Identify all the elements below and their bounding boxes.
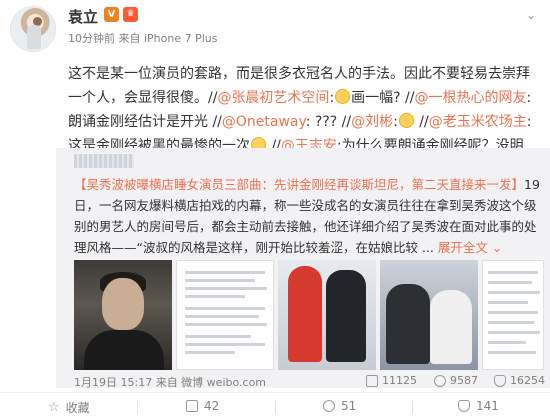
- photo-thumbnail[interactable]: [278, 260, 376, 370]
- forward-count: 42: [204, 399, 220, 413]
- text-line: [488, 331, 540, 334]
- like-button[interactable]: 141: [458, 399, 499, 413]
- text-line: [185, 343, 265, 346]
- divider: [275, 400, 276, 414]
- mention-link[interactable]: @老玉米农场主: [429, 114, 527, 130]
- comment-count: 9587: [450, 374, 478, 387]
- text-line: [185, 279, 255, 282]
- text-line: [488, 321, 534, 324]
- text-segment: :: [329, 90, 335, 106]
- text-segment: : ??? //: [305, 114, 352, 130]
- repost-text: 【吴秀波被曝横店睡女演员三部曲：先讲金刚经再谈斯坦尼，第二天直接来一发】19日，…: [74, 174, 544, 258]
- text-line: [185, 315, 259, 318]
- photo-detail: [386, 284, 430, 364]
- photo-detail: [326, 270, 366, 362]
- favorite-button[interactable]: ☆ 收藏: [48, 399, 90, 416]
- avatar[interactable]: [10, 6, 56, 52]
- text-line: [185, 271, 265, 274]
- blurred-username: [74, 154, 134, 168]
- divider: [137, 400, 138, 414]
- text-segment: //: [414, 114, 429, 130]
- favorite-label: 收藏: [65, 401, 90, 415]
- repost-comment-count[interactable]: 9587: [434, 374, 478, 387]
- like-icon: [458, 400, 470, 412]
- text-line: [488, 311, 538, 314]
- text-line: [185, 287, 267, 290]
- repost-headline[interactable]: 【吴秀波被曝横店睡女演员三部曲：先讲金刚经再谈斯坦尼，第二天直接来一发】: [74, 177, 524, 192]
- text-line: [185, 335, 251, 338]
- comment-icon: [323, 400, 335, 412]
- forward-button[interactable]: 42: [186, 399, 219, 413]
- comment-count: 51: [341, 399, 357, 413]
- photo-detail: [430, 290, 472, 364]
- chevron-down-icon[interactable]: ⌄: [522, 6, 540, 24]
- photo-detail: [84, 330, 164, 370]
- star-icon: ☆: [48, 400, 60, 415]
- mention-link[interactable]: @一根热心的网友: [414, 90, 526, 106]
- text-line: [185, 351, 235, 354]
- photo-thumbnail[interactable]: [380, 260, 478, 370]
- text-line: [185, 307, 265, 310]
- repost-forward-count[interactable]: 11125: [366, 374, 417, 387]
- emoji-icon: [398, 113, 414, 128]
- forward-icon: [366, 374, 378, 387]
- username[interactable]: 袁立: [68, 6, 98, 27]
- text-line: [185, 295, 245, 298]
- text-line: [488, 281, 532, 284]
- screenshot-thumbnail[interactable]: [176, 260, 274, 370]
- weibo-post-card: 袁立 V ♛ 10分钟前 来自 iPhone 7 Plus ⌄ 这不是某一位演员…: [0, 0, 550, 419]
- mention-link[interactable]: @Onetaway: [222, 114, 306, 130]
- photo-detail: [102, 278, 144, 330]
- text-segment: :: [393, 114, 398, 130]
- text-segment: 画一幅? //: [351, 90, 415, 106]
- post-meta: 10分钟前 来自 iPhone 7 Plus: [68, 32, 218, 45]
- photo-thumbnail[interactable]: [74, 260, 172, 370]
- mention-link[interactable]: @刘彬: [351, 114, 393, 130]
- like-count: 141: [476, 399, 499, 413]
- text-line: [488, 301, 528, 304]
- text-line: [488, 351, 536, 354]
- text-line: [488, 291, 540, 294]
- comment-button[interactable]: 51: [323, 399, 356, 413]
- emoji-icon: [335, 89, 351, 104]
- avatar-body: [27, 25, 41, 49]
- repost-like-count[interactable]: 16254: [494, 374, 545, 387]
- text-line: [488, 271, 538, 274]
- action-bar: ☆ 收藏 42 51 141: [0, 392, 550, 419]
- verified-icon: V: [104, 7, 119, 22]
- photo-detail: [288, 266, 322, 362]
- like-icon: [494, 374, 506, 387]
- expand-link[interactable]: 展开全文 ⌄: [438, 240, 502, 255]
- comment-icon: [434, 374, 446, 387]
- repost-box[interactable]: 【吴秀波被曝横店睡女演员三部曲：先讲金刚经再谈斯坦尼，第二天直接来一发】19日，…: [56, 148, 550, 390]
- like-count: 16254: [510, 374, 545, 387]
- screenshot-thumbnail[interactable]: [482, 260, 544, 370]
- text-line: [488, 341, 526, 344]
- repost-timestamp[interactable]: 1月19日 15:17 来自 微博 weibo.com: [74, 374, 266, 390]
- text-line: [185, 323, 267, 326]
- member-crown-icon: ♛: [123, 7, 138, 22]
- image-gallery: [74, 260, 544, 370]
- divider: [412, 400, 413, 414]
- forward-icon: [186, 400, 198, 412]
- forward-count: 11125: [382, 374, 417, 387]
- mention-link[interactable]: @张晨初艺术空间: [217, 90, 329, 106]
